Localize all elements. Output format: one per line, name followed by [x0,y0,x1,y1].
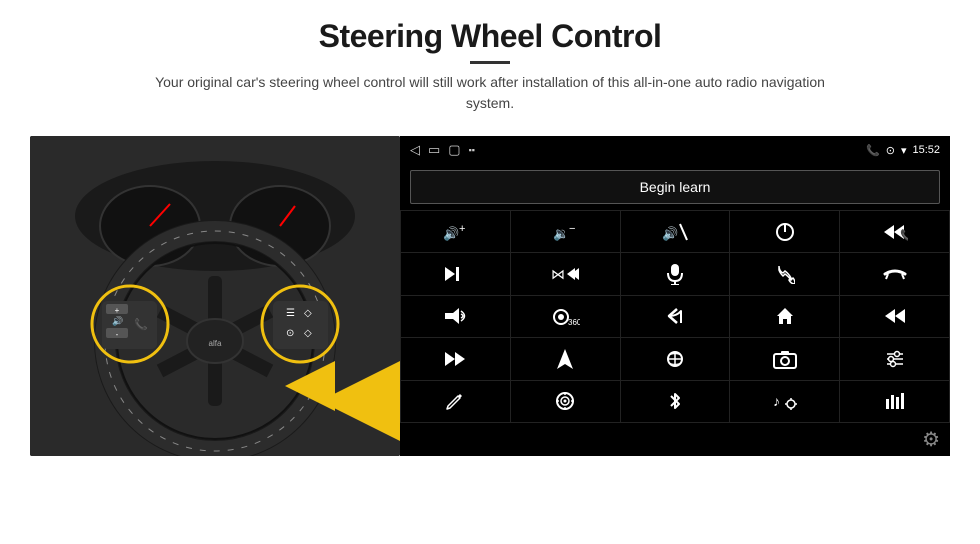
svg-text:+: + [459,223,465,235]
back-button[interactable] [621,296,730,337]
svg-text:🔊: 🔊 [662,225,678,242]
equalizer-button[interactable] [840,381,949,422]
status-right: 📞 ⊙ ▾ 15:52 [866,144,940,157]
location-icon: ⊙ [886,144,895,157]
svg-text:📞: 📞 [900,228,908,241]
home-button[interactable] [730,296,839,337]
controls-grid: 🔊+ 🔉− 🔊 [400,210,950,423]
svg-text:♪: ♪ [773,393,780,409]
vol-down-button[interactable]: 🔉− [511,211,620,252]
svg-text:◇: ◇ [304,308,312,319]
svg-text:+: + [115,306,120,315]
settings-icon[interactable]: ⚙ [922,427,940,452]
title-section: Steering Wheel Control Your original car… [140,18,840,128]
page-container: Steering Wheel Control Your original car… [0,0,980,544]
power-button[interactable] [730,211,839,252]
camera-360-button[interactable]: 360° [511,296,620,337]
next-button[interactable] [401,253,510,294]
svg-text:🔉: 🔉 [553,226,569,242]
end-call-button[interactable] [840,253,949,294]
vol-up-button[interactable]: 🔊+ [401,211,510,252]
subtitle: Your original car's steering wheel contr… [140,72,840,114]
time-display: 15:52 [912,144,940,156]
svg-text:☰: ☰ [286,308,295,319]
status-bar: ◁ ▭ ▢ ▪▪ 📞 ⊙ ▾ 15:52 [400,136,950,164]
content-area: alfa + 🔊 - 📞 ☰ ◇ [30,136,950,456]
shuffle-next-button[interactable]: ⋈ [511,253,620,294]
status-left: ◁ ▭ ▢ ▪▪ [410,142,475,158]
settings-row: ⚙ [400,423,950,456]
nav-button[interactable] [511,338,620,379]
begin-learn-button[interactable]: Begin learn [410,170,940,204]
music-settings-button[interactable]: ♪ [730,381,839,422]
svg-text:◇: ◇ [304,328,312,339]
fast-forward-button[interactable] [401,338,510,379]
svg-text:-: - [116,330,119,339]
steering-wheel-image: alfa + 🔊 - 📞 ☰ ◇ [30,136,400,456]
prev-phone-button[interactable]: 📞 [840,211,949,252]
target-button[interactable] [511,381,620,422]
begin-learn-row: Begin learn [400,164,950,210]
svg-text:🔊: 🔊 [112,315,123,327]
android-unit: ◁ ▭ ▢ ▪▪ 📞 ⊙ ▾ 15:52 Begin learn [400,136,950,456]
mic-button[interactable] [621,253,730,294]
svg-text:🔊: 🔊 [443,225,459,242]
svg-text:alfa: alfa [209,339,222,348]
home-icon[interactable]: ▭ [428,142,440,158]
phone-status-icon: 📞 [866,144,880,157]
source-button[interactable] [621,338,730,379]
fast-prev-button[interactable] [840,296,949,337]
mute-button[interactable]: 🔊 [621,211,730,252]
page-title: Steering Wheel Control [140,18,840,55]
title-divider [470,61,510,64]
back-icon[interactable]: ◁ [410,142,420,158]
bluetooth-button[interactable] [621,381,730,422]
call-button[interactable] [730,253,839,294]
svg-text:⊙: ⊙ [286,328,294,339]
svg-text:−: − [569,223,575,235]
camera-button[interactable] [730,338,839,379]
svg-text:📞: 📞 [134,317,148,331]
eq-button[interactable] [840,338,949,379]
recents-icon[interactable]: ▢ [448,142,460,158]
signal-icon: ▪▪ [469,145,475,155]
edit-button[interactable] [401,381,510,422]
horn-button[interactable] [401,296,510,337]
svg-text:⋈: ⋈ [551,266,565,282]
svg-text:360°: 360° [568,318,580,327]
wifi-icon: ▾ [901,144,907,157]
